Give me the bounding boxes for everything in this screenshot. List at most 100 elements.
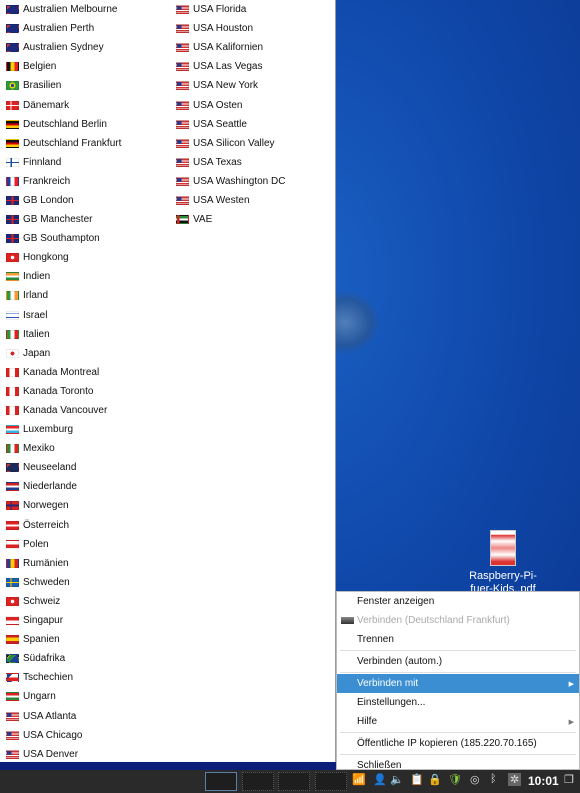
server-item[interactable]: VAE: [170, 210, 285, 229]
server-item[interactable]: Indien: [0, 267, 121, 286]
wallpaper-fish: [336, 290, 381, 355]
flag-nl-icon: [6, 482, 19, 492]
server-item[interactable]: Schweden: [0, 573, 121, 592]
menu-item-disconnect[interactable]: Trennen: [337, 630, 579, 649]
menu-separator: [340, 672, 576, 673]
volume-muted-icon[interactable]: 🔈: [390, 773, 404, 786]
server-item[interactable]: Australien Melbourne: [0, 0, 121, 19]
menu-item-settings[interactable]: Einstellungen...: [337, 693, 579, 712]
vpn-warning-icon[interactable]: 🔒: [428, 773, 442, 786]
menu-item-copy-ip[interactable]: Öffentliche IP kopieren (185.220.70.165): [337, 734, 579, 753]
clipboard-icon[interactable]: 📋: [410, 773, 424, 786]
server-item[interactable]: USA Houston: [170, 19, 285, 38]
flag-dk-icon: [6, 100, 19, 110]
server-column-2: USA Florida USA Houston USA Kalifornien USA…: [170, 0, 285, 229]
flag-il-icon: [6, 310, 19, 320]
user-icon[interactable]: 👤: [373, 773, 387, 786]
menu-item-connect-auto[interactable]: Verbinden (autom.): [337, 652, 579, 671]
server-item[interactable]: Deutschland Berlin: [0, 115, 121, 134]
server-submenu: Australien Melbourne Australien Perth Aust…: [0, 0, 336, 762]
server-item[interactable]: USA Las Vegas: [170, 57, 285, 76]
server-label: Deutschland Berlin: [23, 118, 107, 130]
network-icon[interactable]: ◎: [470, 773, 480, 786]
server-item[interactable]: Singapur: [0, 611, 121, 630]
flag-us-icon: [6, 711, 19, 721]
server-label: Kanada Toronto: [23, 385, 94, 397]
server-item[interactable]: Kanada Toronto: [0, 382, 121, 401]
server-item[interactable]: Belgien: [0, 57, 121, 76]
menu-item-label: Verbinden mit: [357, 678, 419, 689]
menu-item-connect-to[interactable]: Verbinden mit ▶: [337, 674, 579, 693]
flag-us-icon: [6, 730, 19, 740]
workspace-3[interactable]: [278, 772, 310, 791]
server-label: Brasilien: [23, 80, 62, 92]
server-label: Belgien: [23, 61, 57, 73]
server-item[interactable]: USA Westen: [170, 191, 285, 210]
server-item[interactable]: Ungarn: [0, 687, 121, 706]
flag-nz-icon: [6, 463, 19, 473]
server-column-1: Australien Melbourne Australien Perth Aust…: [0, 0, 121, 764]
taskbar: 📶 👤 🔈 📋 🔒 🛡 ◎ ᛒ ✲ 10:01 ❐: [0, 770, 580, 793]
server-item[interactable]: Rumänien: [0, 554, 121, 573]
server-item[interactable]: GB London: [0, 191, 121, 210]
server-item[interactable]: Hongkong: [0, 248, 121, 267]
wifi-icon[interactable]: 📶: [352, 773, 366, 786]
server-item[interactable]: Niederlande: [0, 477, 121, 496]
server-item[interactable]: Neuseeland: [0, 458, 121, 477]
server-item[interactable]: Österreich: [0, 516, 121, 535]
server-item[interactable]: USA Chicago: [0, 726, 121, 745]
server-label: USA Silicon Valley: [193, 137, 275, 149]
server-item[interactable]: USA Washington DC: [170, 172, 285, 191]
server-item[interactable]: Israel: [0, 306, 121, 325]
server-label: Australien Melbourne: [23, 4, 118, 16]
server-item[interactable]: USA Atlanta: [0, 706, 121, 725]
server-item[interactable]: Australien Perth: [0, 19, 121, 38]
server-item[interactable]: Luxemburg: [0, 420, 121, 439]
server-item[interactable]: USA Osten: [170, 95, 285, 114]
server-item[interactable]: Brasilien: [0, 76, 121, 95]
server-item[interactable]: Mexiko: [0, 439, 121, 458]
server-item[interactable]: USA Florida: [170, 0, 285, 19]
server-item[interactable]: USA Kalifornien: [170, 38, 285, 57]
server-item[interactable]: GB Manchester: [0, 210, 121, 229]
flag-ca-icon: [6, 386, 19, 396]
server-item[interactable]: Finnland: [0, 153, 121, 172]
server-item[interactable]: Norwegen: [0, 496, 121, 515]
show-desktop-icon[interactable]: ❐: [564, 773, 574, 786]
workspace-1[interactable]: [205, 772, 237, 791]
menu-item-help[interactable]: Hilfe ▶: [337, 712, 579, 731]
server-item[interactable]: GB Southampton: [0, 229, 121, 248]
server-item[interactable]: Kanada Montreal: [0, 363, 121, 382]
workspace-2[interactable]: [242, 772, 274, 791]
server-item[interactable]: USA Silicon Valley: [170, 134, 285, 153]
shield-check-icon[interactable]: 🛡: [448, 773, 462, 786]
server-item[interactable]: Australien Sydney: [0, 38, 121, 57]
server-item[interactable]: Dänemark: [0, 95, 121, 114]
server-item[interactable]: Schweiz: [0, 592, 121, 611]
server-item[interactable]: Italien: [0, 325, 121, 344]
server-item[interactable]: Frankreich: [0, 172, 121, 191]
server-item[interactable]: Polen: [0, 535, 121, 554]
server-label: Israel: [23, 309, 48, 321]
bluetooth-icon[interactable]: ᛒ: [490, 773, 497, 785]
server-item[interactable]: USA Seattle: [170, 115, 285, 134]
server-item[interactable]: Deutschland Frankfurt: [0, 134, 121, 153]
server-item[interactable]: Tschechien: [0, 668, 121, 687]
server-item[interactable]: Südafrika: [0, 649, 121, 668]
server-label: Singapur: [23, 615, 64, 627]
clock[interactable]: 10:01: [528, 774, 559, 788]
server-label: Irland: [23, 290, 49, 302]
server-item[interactable]: USA New York: [170, 76, 285, 95]
settings-icon[interactable]: ✲: [508, 773, 522, 786]
server-item[interactable]: Irland: [0, 286, 121, 305]
server-item[interactable]: Spanien: [0, 630, 121, 649]
menu-item-label: Trennen: [357, 634, 394, 645]
server-item[interactable]: USA Denver: [0, 745, 121, 764]
desktop-file-icon[interactable]: Raspberry-Pi-fuer-Kids..pdf: [462, 530, 544, 596]
server-item[interactable]: USA Texas: [170, 153, 285, 172]
server-item[interactable]: Kanada Vancouver: [0, 401, 121, 420]
menu-item-show-window[interactable]: Fenster anzeigen: [337, 592, 579, 611]
workspace-4[interactable]: [315, 772, 347, 791]
server-item[interactable]: Japan: [0, 344, 121, 363]
submenu-arrow-icon: ▶: [568, 718, 574, 726]
